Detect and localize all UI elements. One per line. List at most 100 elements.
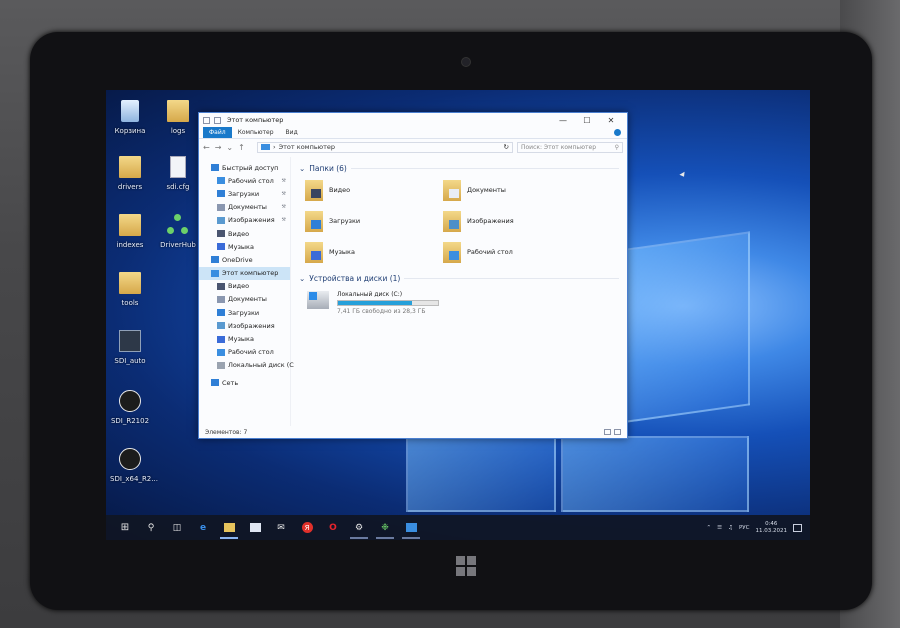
folder-label: Рабочий стол [467,248,513,256]
sidebar-item[interactable]: Этот компьютер [199,266,290,280]
wallpaper-pane [406,436,556,512]
desktop-shortcut-label: logs [170,127,186,135]
sidebar-item[interactable]: Загрузки [199,306,290,319]
details-view-icon[interactable] [604,429,611,435]
desktop-shortcut-label: Корзина [114,127,146,135]
search-input[interactable]: Поиск: Этот компьютер ⚲ [517,141,623,153]
folder-icon [305,210,323,232]
sidebar-item[interactable]: OneDrive [199,253,290,266]
task-view-icon[interactable]: ◫ [164,515,190,540]
minimize-button[interactable]: — [551,116,575,125]
folder-item[interactable]: Рабочий стол [443,241,581,263]
sidebar-item-label: Рабочий стол [228,176,274,185]
folders-group-header[interactable]: ⌄ Папки (6) [299,161,619,175]
desktop-shortcut[interactable]: SDI_auto [110,330,150,365]
start-button[interactable]: ⊞ [112,515,138,540]
settings-gear-icon[interactable]: ⚙ [346,515,372,540]
sidebar-item[interactable]: Музыка [199,240,290,253]
edge-browser-icon[interactable]: e [190,515,216,540]
hard-drive-icon [307,291,329,309]
search-icon[interactable]: ⚲ [138,515,164,540]
tab-file[interactable]: Файл [203,127,232,138]
folder-item[interactable]: Документы [443,179,581,201]
folder-item[interactable]: Видео [305,179,443,201]
folder-item[interactable]: Музыка [305,241,443,263]
large-icons-view-icon[interactable] [614,429,621,435]
desktop-shortcut[interactable]: drivers [110,156,150,191]
language-indicator[interactable]: РУС [739,525,750,531]
sidebar-item[interactable]: Документы ⚒ [199,201,290,214]
file-explorer-taskbar-icon[interactable] [216,515,242,540]
address-row: ← → ⌄ ↑ › Этот компьютер ↻ Поиск: Этот к… [199,139,627,155]
refresh-icon[interactable]: ↻ [504,143,509,151]
desktop-shortcut-label: SDI_R2102 [110,417,150,425]
desktop-shortcut[interactable]: Корзина [110,100,150,135]
sidebar-item[interactable]: Сеть [199,376,290,389]
sidebar-item[interactable]: Рабочий стол ⚒ [199,174,290,187]
quick-access-toolbar[interactable] [203,116,221,124]
sidebar-item[interactable]: Видео [199,227,290,240]
search-placeholder: Поиск: Этот компьютер [521,143,597,151]
driverhub-taskbar-icon[interactable]: ❉ [372,515,398,540]
tab-view[interactable]: Вид [280,127,304,138]
clock[interactable]: 0:46 11.03.2021 [756,521,788,535]
forward-arrow-icon[interactable]: → [215,143,222,152]
documents-icon [217,295,225,303]
help-icon[interactable] [614,129,621,136]
sidebar-item[interactable]: Видео [199,280,290,293]
opera-browser-icon[interactable]: O [320,515,346,540]
folder-item[interactable]: Загрузки [305,210,443,232]
folder-item[interactable]: Изображения [443,210,581,232]
sidebar-item[interactable]: Изображения ⚒ [199,214,290,227]
picture-icon [449,219,459,229]
file-explorer-window[interactable]: Этот компьютер — ☐ ✕ Файл Компьютер Вид … [198,112,628,439]
desktop-shortcut[interactable]: SDI_R2102 [110,390,150,425]
folder-icon [119,156,141,180]
properties-icon[interactable] [203,116,210,124]
sidebar-item[interactable]: Локальный диск (C [199,359,294,372]
new-folder-icon[interactable] [214,116,221,124]
store-icon[interactable] [242,515,268,540]
desktop-shortcut[interactable]: SDI_x64_R2... [110,448,158,483]
star-icon [211,164,219,172]
yandex-browser-icon[interactable]: Я [294,515,320,540]
recent-chevron-icon[interactable]: ⌄ [226,143,233,152]
tab-computer[interactable]: Компьютер [232,127,280,138]
volume-icon[interactable]: ♫ [728,525,733,531]
drive-icon [217,361,225,369]
sidebar-item[interactable]: Изображения [199,319,290,332]
app-window-icon[interactable] [398,515,424,540]
folder-icon [119,272,141,296]
film-icon [311,188,321,198]
close-button[interactable]: ✕ [599,116,623,125]
desktop-shortcut[interactable]: sdi.cfg [158,156,198,191]
back-arrow-icon[interactable]: ← [203,143,210,152]
sidebar-item[interactable]: Загрузки ⚒ [199,187,290,200]
tray-chevron-icon[interactable]: ⌃ [707,525,712,531]
title-bar[interactable]: Этот компьютер — ☐ ✕ [199,113,627,127]
up-arrow-icon[interactable]: ↑ [238,143,245,152]
mail-icon[interactable]: ✉ [268,515,294,540]
maximize-button[interactable]: ☐ [575,116,599,125]
network-icon[interactable]: ☰ [717,525,722,531]
address-bar[interactable]: › Этот компьютер ↻ [257,141,513,153]
sidebar-item[interactable]: Документы [199,293,290,306]
sidebar-item[interactable]: Музыка [199,332,290,345]
local-disk-item[interactable]: Локальный диск (C:) 7,41 ГБ свободно из … [307,291,619,315]
devices-group-header[interactable]: ⌄ Устройства и диски (1) [299,271,619,285]
sidebar-item-label: Загрузки [228,189,260,198]
sidebar-item-label: Музыка [228,335,254,344]
sidebar-item-label: Документы [228,295,267,304]
desktop-shortcut[interactable]: tools [110,272,150,307]
sidebar-item[interactable]: Быстрый доступ [199,161,290,174]
folder-icon [305,179,323,201]
sidebar-item-label: Сеть [222,378,239,387]
desktop-shortcut[interactable]: DriverHub [158,214,198,249]
video-icon [217,282,225,290]
windows-hardware-button[interactable] [456,556,476,576]
action-center-icon[interactable] [793,523,802,532]
wallpaper-pane [626,231,750,423]
desktop-shortcut[interactable]: logs [158,100,198,135]
sidebar-item[interactable]: Рабочий стол [199,346,290,359]
desktop-shortcut[interactable]: indexes [110,214,150,249]
